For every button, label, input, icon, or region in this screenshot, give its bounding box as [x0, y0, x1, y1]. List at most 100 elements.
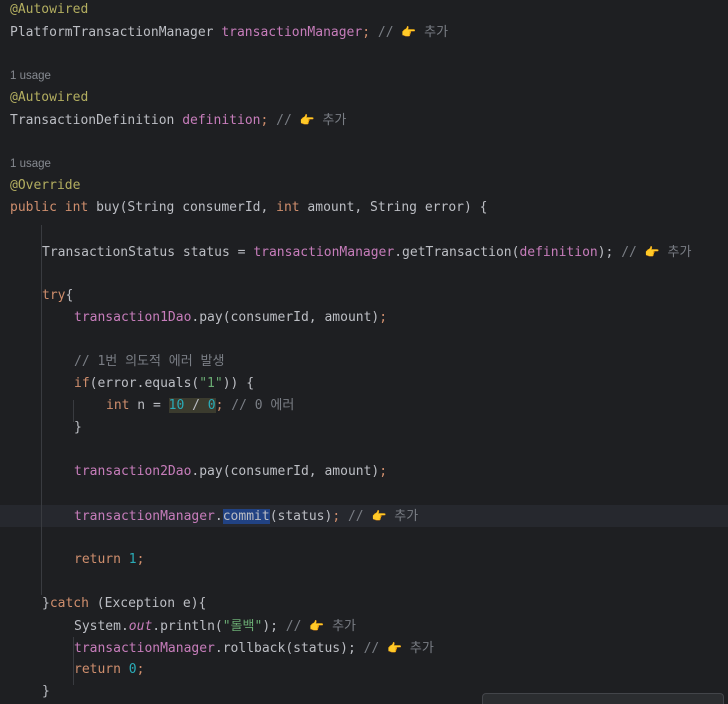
number-literal: 10: [168, 398, 185, 413]
type-name: PlatformTransactionManager: [10, 25, 214, 40]
code-line: transaction1Dao.pay(consumerId, amount);: [74, 307, 728, 329]
brace: }: [42, 684, 50, 699]
pointing-hand-icon: 👉: [387, 641, 403, 655]
comment-text: 추가: [409, 641, 434, 656]
code-line: }catch (Exception e){: [42, 593, 728, 615]
type-name: TransactionDefinition: [10, 113, 175, 128]
keyword: int: [106, 398, 130, 413]
catch-params: (Exception e){: [88, 596, 207, 611]
call-end: );: [597, 245, 614, 260]
code-line: TransactionDefinition definition; // 👉 추…: [10, 109, 728, 131]
method-signature: buy(String consumerId,: [88, 200, 277, 215]
pointing-hand-icon: 👉: [299, 113, 315, 127]
condition-end: )) {: [222, 376, 255, 391]
comment: //: [276, 113, 292, 128]
method-args: (status): [269, 509, 333, 524]
code-editor[interactable]: @Autowired PlatformTransactionManager tr…: [0, 0, 728, 704]
number-literal: 0: [128, 662, 137, 677]
pointing-hand-icon: 👉: [309, 619, 325, 633]
semicolon: ;: [260, 113, 269, 128]
comment: //: [347, 509, 364, 524]
operator: /: [184, 398, 208, 413]
assignment: n =: [129, 398, 169, 413]
semicolon: ;: [379, 310, 388, 325]
field-name: definition: [519, 245, 598, 260]
dot: .: [214, 509, 223, 524]
comment: //: [363, 641, 380, 656]
brace: }: [42, 596, 50, 611]
method-call: .getTransaction(: [394, 245, 520, 260]
declaration: TransactionStatus status =: [42, 245, 254, 260]
field-name: transactionManager: [253, 245, 395, 260]
popup-panel[interactable]: [482, 693, 724, 704]
method-params: amount, String error) {: [299, 200, 488, 215]
indent-guide: [41, 225, 42, 595]
usage-hint[interactable]: 1 usage: [10, 153, 728, 175]
keyword: catch: [49, 596, 89, 611]
pointing-hand-icon: 👉: [401, 25, 417, 39]
field-name: transactionManager: [74, 641, 215, 656]
method-call: .rollback(status);: [214, 641, 356, 656]
semicolon: ;: [215, 398, 224, 413]
comment-text: 추가: [332, 619, 356, 634]
comment: //: [621, 245, 637, 260]
number-literal: 0: [207, 398, 216, 413]
string-literal: "1": [199, 376, 223, 391]
class-ref: System.: [74, 619, 129, 634]
code-line: return 1;: [74, 549, 728, 571]
code-line: @Autowired: [10, 87, 728, 109]
code-line: @Autowired: [10, 0, 728, 21]
keyword: int: [64, 200, 89, 215]
selected-text[interactable]: commit: [222, 509, 270, 524]
method-call: .pay(consumerId, amount): [191, 310, 380, 325]
string-literal: "롤백": [222, 619, 263, 634]
code-line: }: [74, 417, 728, 439]
comment-text: 추가: [667, 245, 692, 260]
code-line: @Override: [10, 175, 728, 197]
brace: }: [74, 420, 82, 435]
warning-highlight[interactable]: 10 / 0: [168, 398, 216, 413]
method-call: .pay(consumerId, amount): [191, 464, 380, 479]
field-name: transactionManager: [221, 25, 363, 40]
field-name: transactionManager: [74, 509, 215, 524]
code-line: PlatformTransactionManager transactionMa…: [10, 21, 728, 43]
call-end: );: [262, 619, 278, 634]
keyword: return: [74, 662, 121, 677]
code-line: if(error.equals("1")) {: [74, 373, 728, 395]
code-line: int n = 10 / 0; // 0 에러: [106, 395, 728, 417]
code-line: TransactionStatus status = transactionMa…: [42, 241, 728, 263]
code-line: transactionManager.rollback(status); // …: [74, 637, 728, 659]
field-name: transaction2Dao: [74, 464, 192, 479]
method-call: .println(: [152, 619, 223, 634]
keyword: int: [276, 200, 300, 215]
annotation: @Autowired: [10, 2, 89, 17]
comment: //: [285, 619, 302, 634]
semicolon: ;: [379, 464, 388, 479]
field-name: definition: [182, 113, 261, 128]
code-line: try{: [42, 285, 728, 307]
comment: // 0 에러: [231, 398, 295, 413]
code-line: System.out.println("롤백"); // 👉 추가: [74, 615, 728, 637]
usage-hint[interactable]: 1 usage: [10, 65, 728, 87]
code-line: return 0;: [74, 659, 728, 681]
comment: // 1번 의도적 에러 발생: [74, 354, 225, 369]
keyword: try: [42, 288, 66, 303]
keyword: return: [74, 552, 121, 567]
code-line: transaction2Dao.pay(consumerId, amount);: [74, 461, 728, 483]
static-field: out: [128, 619, 153, 634]
code-line-current: transactionManager.commit(status); // 👉 …: [74, 505, 728, 527]
semicolon: ;: [362, 25, 371, 40]
keyword: if: [74, 376, 90, 391]
comment: //: [377, 25, 394, 40]
code-line: public int buy(String consumerId, int am…: [10, 197, 728, 219]
comment-text: 추가: [394, 509, 419, 524]
annotation: @Autowired: [10, 90, 89, 105]
pointing-hand-icon: 👉: [371, 509, 387, 523]
comment-text: 추가: [322, 113, 347, 128]
keyword: public: [10, 200, 57, 215]
brace: {: [65, 288, 74, 303]
field-name: transaction1Dao: [74, 310, 192, 325]
semicolon: ;: [136, 552, 145, 567]
semicolon: ;: [332, 509, 341, 524]
comment-text: 추가: [424, 25, 449, 40]
